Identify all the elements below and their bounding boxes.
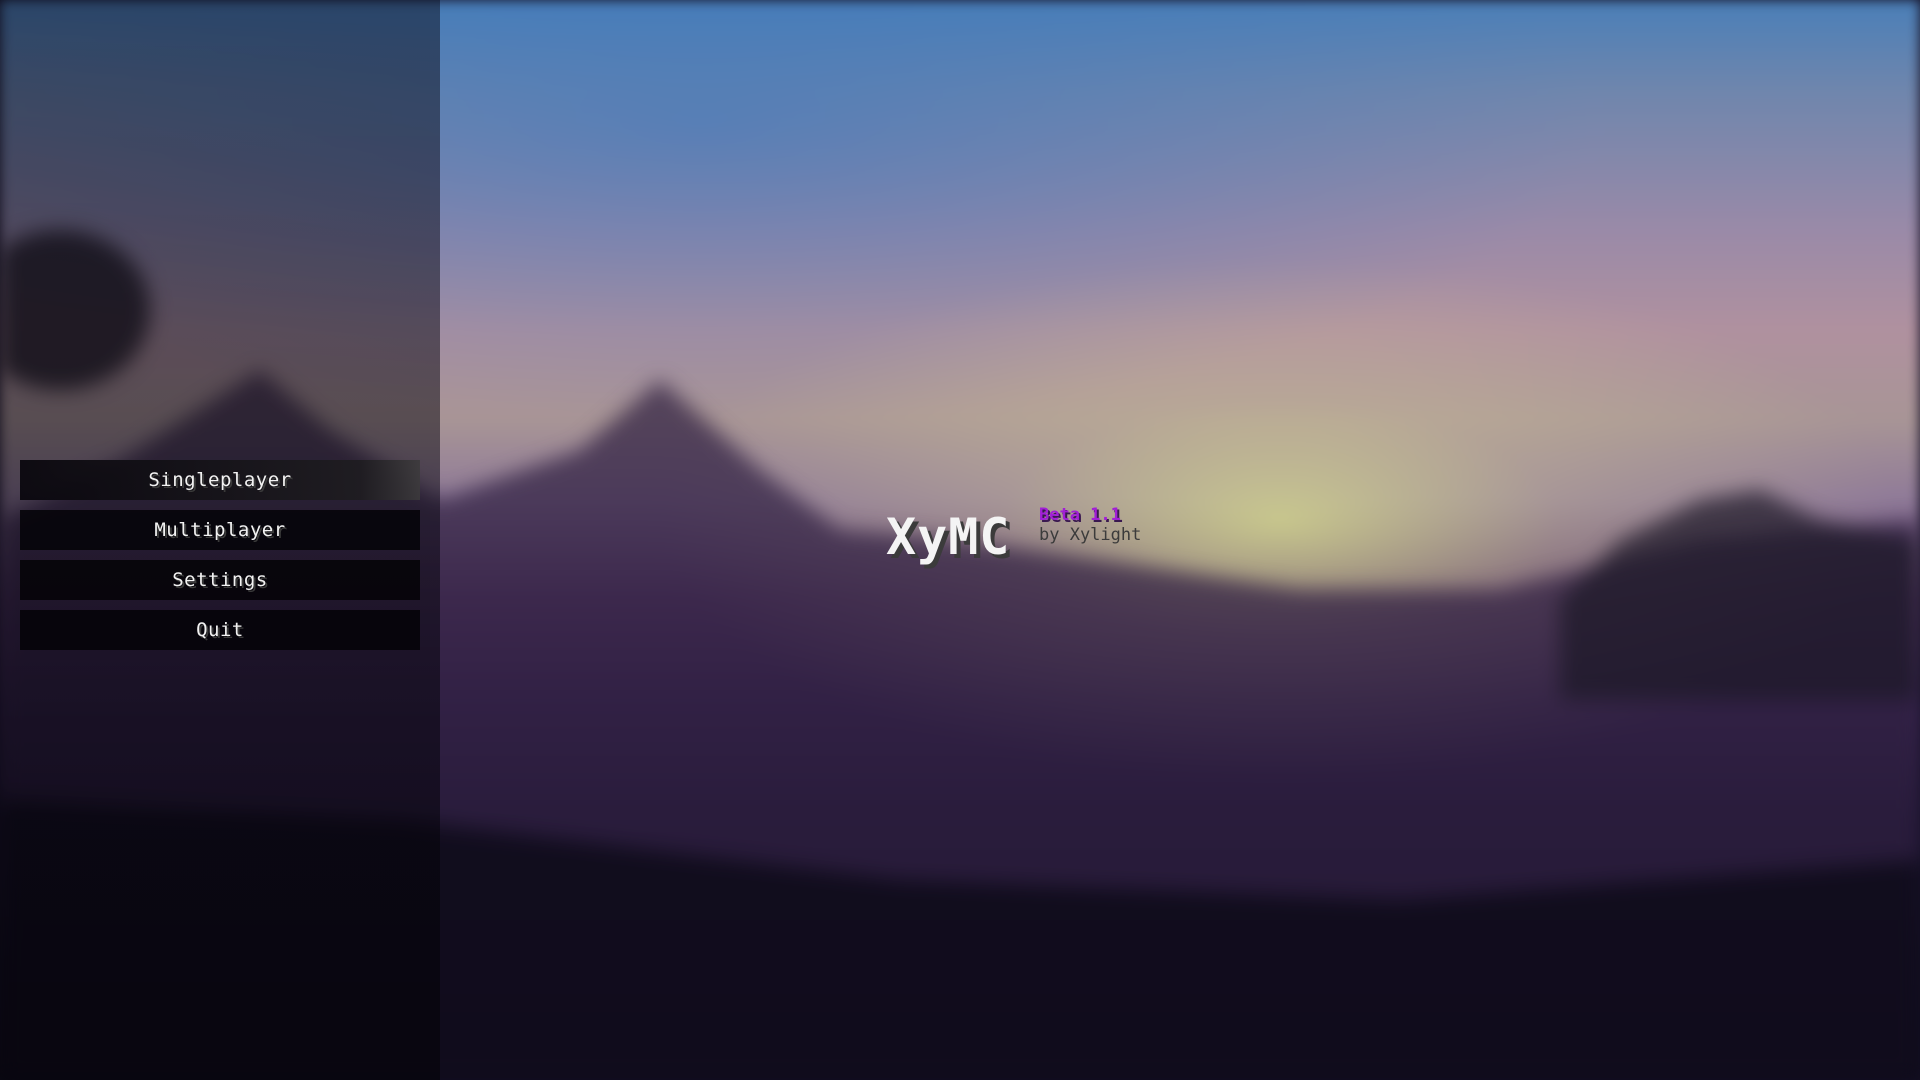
version-label: Beta 1.1 [1039,505,1121,525]
game-logo: XyMC Beta 1.1 by Xylight [886,505,1146,577]
settings-button[interactable]: Settings [20,560,420,600]
author-label: by Xylight [1039,525,1142,545]
singleplayer-button[interactable]: Singleplayer [20,460,420,500]
multiplayer-button[interactable]: Multiplayer [20,510,420,550]
logo-title: XyMC [886,508,1011,566]
quit-button[interactable]: Quit [20,610,420,650]
main-menu-sidebar: Singleplayer Multiplayer Settings Quit [0,0,440,1080]
